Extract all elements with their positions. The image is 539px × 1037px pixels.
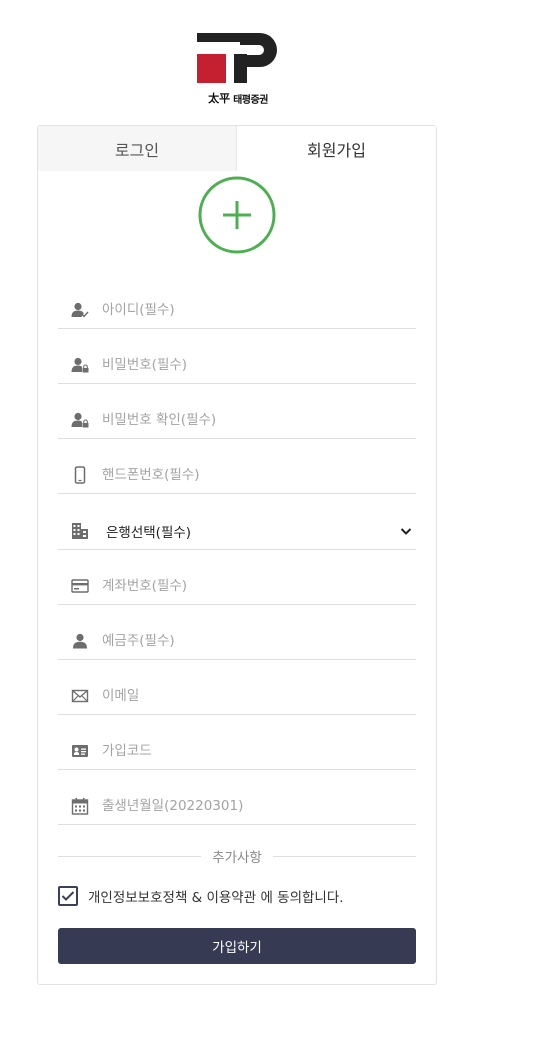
tab-bar: 로그인 회원가입: [38, 126, 436, 171]
tab-login[interactable]: 로그인: [38, 126, 237, 171]
brand-name: 태평증권: [233, 94, 268, 106]
agree-terms-row: 개인정보보호정책 & 이용약관 에 동의합니다.: [58, 885, 344, 907]
account-number-input[interactable]: [102, 573, 402, 598]
bank-select-value: 은행선택(필수): [106, 524, 192, 541]
agree-checkbox[interactable]: [58, 886, 78, 906]
signup-card: 로그인 회원가입 은행선택(필: [37, 125, 437, 985]
credit-card-icon: [58, 574, 102, 598]
id-field-row: [58, 291, 416, 329]
id-input[interactable]: [102, 297, 402, 322]
bank-select[interactable]: 은행선택(필수): [58, 512, 416, 550]
birthdate-input[interactable]: [102, 793, 402, 818]
extra-info-divider: 추가사항: [58, 847, 416, 866]
signup-code-field-row: [58, 732, 416, 770]
divider-line: [272, 855, 416, 857]
account-number-field-row: [58, 567, 416, 605]
signup-code-input[interactable]: [102, 738, 402, 763]
account-holder-input[interactable]: [102, 628, 402, 653]
id-card-icon: [58, 739, 102, 763]
envelope-icon: [58, 684, 102, 708]
mobile-phone-icon: [58, 463, 102, 487]
password-confirm-field-row: [58, 401, 416, 439]
building-icon: [58, 519, 102, 543]
user-icon: [58, 629, 102, 653]
plus-circle-icon: [198, 176, 276, 254]
tab-signup[interactable]: 회원가입: [237, 126, 436, 171]
signup-submit-button[interactable]: 가입하기: [58, 928, 416, 964]
phone-field-row: [58, 456, 416, 494]
password-confirm-input[interactable]: [102, 407, 402, 432]
check-icon: [61, 891, 75, 901]
tp-logo-icon: [197, 33, 277, 83]
divider-line: [58, 855, 202, 857]
user-lock-icon: [58, 408, 102, 432]
account-holder-field-row: [58, 622, 416, 660]
calendar-icon: [58, 794, 102, 818]
extra-info-label: 추가사항: [212, 850, 262, 866]
email-field-row: [58, 677, 416, 715]
brand-logo: 太平 태평증권: [196, 32, 280, 108]
user-lock-icon: [58, 353, 102, 377]
password-field-row: [58, 346, 416, 384]
password-input[interactable]: [102, 352, 402, 377]
chevron-down-icon: [400, 527, 412, 535]
birthdate-field-row: [58, 787, 416, 825]
agree-terms-label[interactable]: 개인정보보호정책 & 이용약관 에 동의합니다.: [88, 886, 344, 906]
phone-input[interactable]: [102, 462, 402, 487]
brand-hanja: 太平: [208, 92, 231, 105]
email-input[interactable]: [102, 683, 402, 708]
user-check-icon: [58, 298, 102, 322]
